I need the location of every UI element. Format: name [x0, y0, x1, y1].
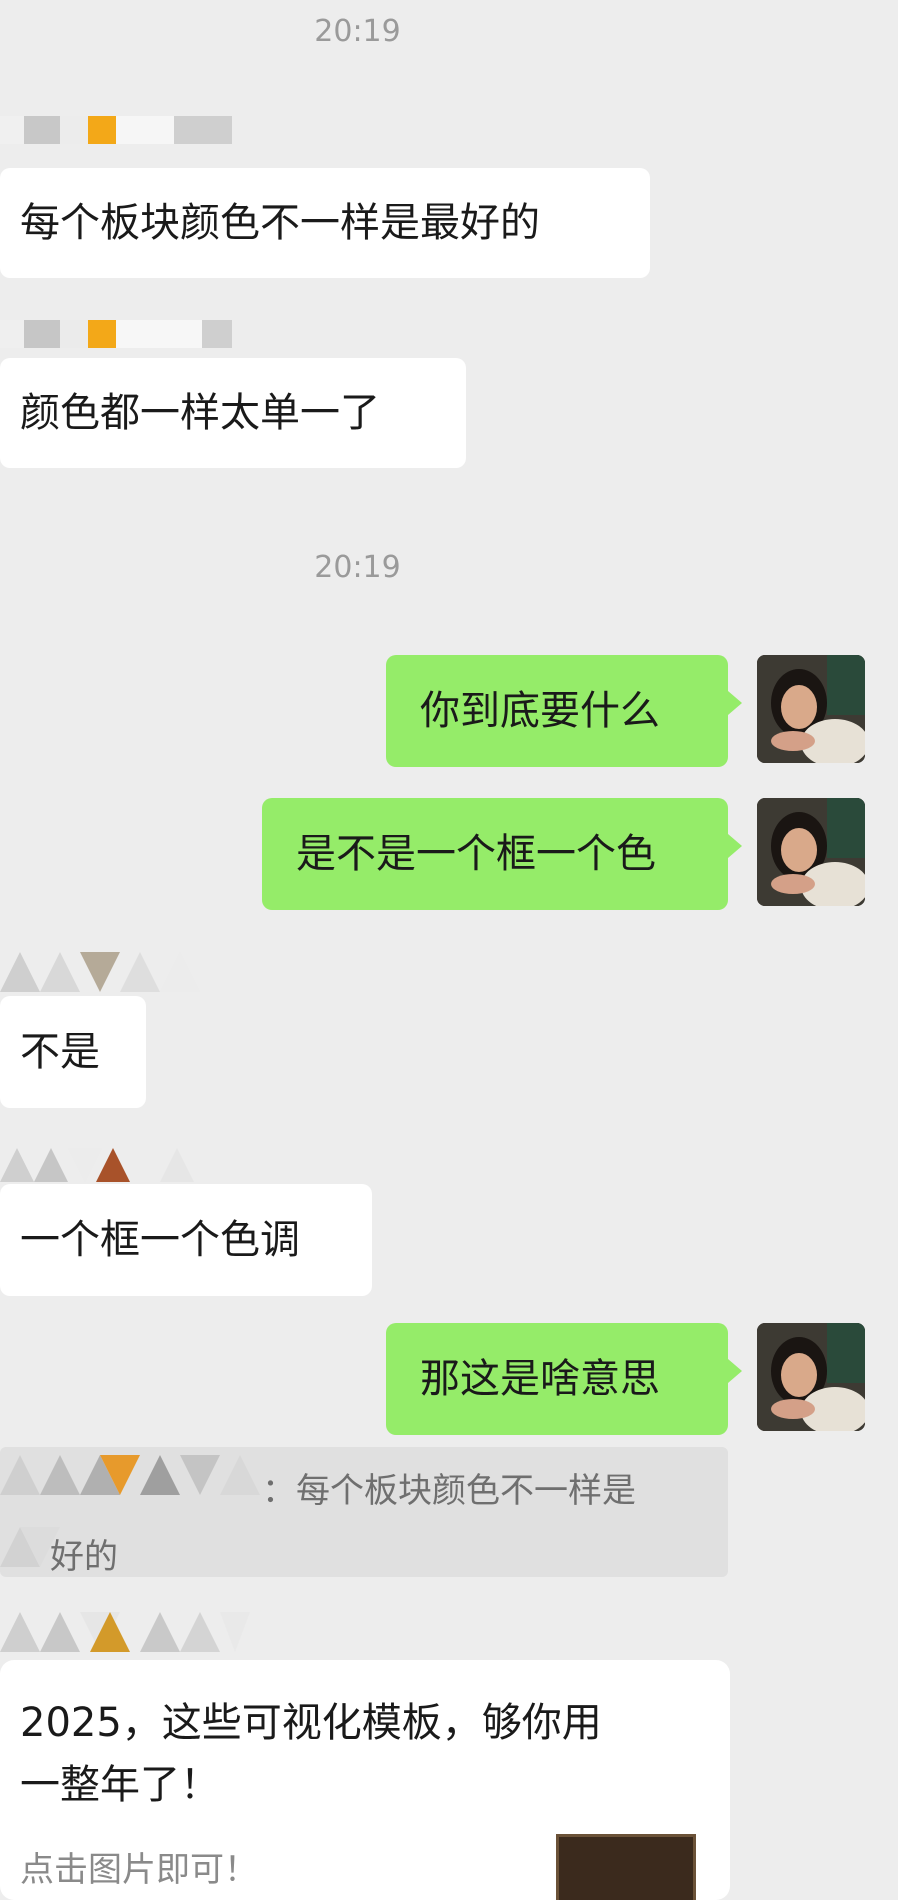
- quoted-text-line1: ：每个板块颜色不一样是: [262, 1471, 636, 1511]
- message-bubble-sent[interactable]: 你到底要什么: [386, 655, 742, 767]
- card-title-line1: 2025，这些可视化模板，够你用: [20, 1700, 602, 1746]
- message-bubble-received[interactable]: 颜色都一样太单一了: [0, 358, 466, 468]
- user-avatar-icon: [757, 798, 865, 906]
- quoted-text-line2: 好的: [50, 1537, 118, 1577]
- sender-name-blurred: [0, 1148, 194, 1182]
- sender-name-blurred: [0, 1612, 250, 1652]
- card-thumbnail-image[interactable]: [556, 1834, 696, 1900]
- quoted-sender-blurred: [0, 1455, 260, 1495]
- message-text: 不是: [20, 1029, 100, 1075]
- user-avatar-icon: [757, 1323, 865, 1431]
- message-bubble-received[interactable]: 每个板块颜色不一样是最好的: [0, 168, 650, 278]
- timestamp: 20:19: [314, 14, 401, 49]
- message-text: 每个板块颜色不一样是最好的: [20, 200, 540, 246]
- sender-name-blurred: [0, 320, 232, 348]
- message-text: 是不是一个框一个色: [296, 831, 656, 877]
- card-title-line2: 一整年了！: [20, 1762, 220, 1808]
- link-card[interactable]: 2025，这些可视化模板，够你用 一整年了！ 点击图片即可！: [0, 1660, 730, 1900]
- message-bubble-sent[interactable]: 那这是啥意思: [386, 1323, 742, 1435]
- quoted-message[interactable]: ：每个板块颜色不一样是 好的: [0, 1447, 728, 1577]
- message-text: 一个框一个色调: [20, 1217, 300, 1263]
- message-text: 你到底要什么: [420, 688, 660, 734]
- message-bubble-received[interactable]: 一个框一个色调: [0, 1184, 372, 1296]
- avatar[interactable]: [757, 655, 865, 763]
- message-bubble-received[interactable]: 不是: [0, 996, 146, 1108]
- message-text: 那这是啥意思: [420, 1356, 660, 1402]
- message-bubble-sent[interactable]: 是不是一个框一个色: [262, 798, 742, 910]
- avatar[interactable]: [757, 1323, 865, 1431]
- card-title: 2025，这些可视化模板，够你用 一整年了！: [20, 1692, 602, 1816]
- card-subtitle: 点击图片即可！: [20, 1850, 258, 1890]
- timestamp: 20:19: [314, 550, 401, 585]
- message-text: 颜色都一样太单一了: [20, 390, 380, 436]
- sender-name-blurred: [0, 952, 200, 992]
- user-avatar-icon: [757, 655, 865, 763]
- avatar[interactable]: [757, 798, 865, 906]
- sender-name-blurred: [0, 116, 232, 144]
